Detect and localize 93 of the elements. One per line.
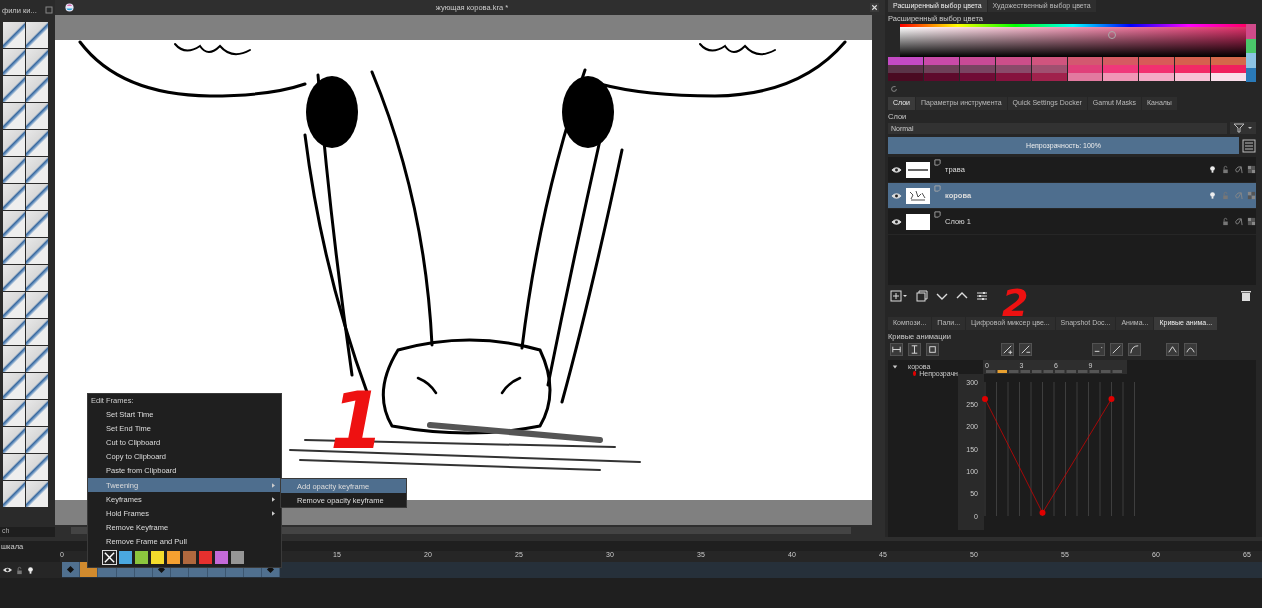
brush-preset-thumbnail[interactable] bbox=[3, 427, 25, 453]
trash-icon[interactable] bbox=[1240, 290, 1252, 302]
keyframe-point[interactable] bbox=[1108, 395, 1115, 402]
filter-icon[interactable] bbox=[1230, 122, 1256, 134]
color-label-swatch[interactable] bbox=[119, 550, 132, 564]
brush-preset-thumbnail[interactable] bbox=[26, 103, 48, 129]
fit-horizontal-icon[interactable] bbox=[890, 343, 903, 356]
sliders-icon[interactable] bbox=[976, 290, 988, 302]
checker-icon[interactable] bbox=[1247, 217, 1256, 226]
alpha-icon[interactable] bbox=[1234, 165, 1243, 174]
layer-thumbnail bbox=[906, 187, 930, 204]
brush-preset-thumbnail[interactable] bbox=[26, 454, 48, 480]
refresh-icon[interactable] bbox=[890, 85, 898, 93]
sharp-tangent-icon[interactable] bbox=[1166, 343, 1179, 356]
linear-curve-icon[interactable] bbox=[1110, 343, 1123, 356]
brush-preset-thumbnail[interactable] bbox=[26, 400, 48, 426]
brush-preset-thumbnail[interactable] bbox=[3, 319, 25, 345]
eye-icon[interactable] bbox=[891, 191, 902, 200]
scrollbar[interactable] bbox=[872, 15, 885, 525]
keyframe-point[interactable] bbox=[982, 395, 988, 402]
lock-icon[interactable] bbox=[15, 565, 24, 575]
checker-icon[interactable] bbox=[1247, 191, 1256, 200]
brush-preset-thumbnail[interactable] bbox=[26, 49, 48, 75]
color-label-swatch[interactable] bbox=[183, 550, 196, 564]
brush-preset-thumbnail[interactable] bbox=[26, 22, 48, 48]
list-view-icon[interactable] bbox=[1242, 138, 1256, 153]
brush-preset-thumbnail[interactable] bbox=[26, 427, 48, 453]
brush-preset-thumbnail[interactable] bbox=[26, 184, 48, 210]
no-color-icon[interactable] bbox=[103, 550, 116, 564]
fit-all-icon[interactable] bbox=[926, 343, 939, 356]
brush-preset-thumbnail[interactable] bbox=[26, 157, 48, 183]
brush-preset-thumbnail[interactable] bbox=[26, 292, 48, 318]
handwritten-number: 2 bbox=[1002, 288, 1029, 319]
keyframe-point[interactable] bbox=[1039, 509, 1046, 516]
brush-preset-thumbnail[interactable] bbox=[3, 76, 25, 102]
layer-type-icon bbox=[934, 211, 941, 218]
app-logo-icon bbox=[65, 3, 74, 12]
add-point-icon[interactable] bbox=[1001, 343, 1014, 356]
brush-preset-thumbnail[interactable] bbox=[3, 103, 25, 129]
brush-preset-thumbnail[interactable] bbox=[3, 292, 25, 318]
layer-type-icon bbox=[934, 185, 941, 192]
brush-preset-thumbnail[interactable] bbox=[3, 346, 25, 372]
brush-preset-thumbnail[interactable] bbox=[3, 238, 25, 264]
color-label-swatch[interactable] bbox=[167, 550, 180, 564]
float-icon[interactable] bbox=[45, 6, 53, 14]
add-layer-icon[interactable] bbox=[890, 290, 908, 302]
eye-icon[interactable] bbox=[891, 165, 902, 174]
brush-preset-thumbnail[interactable] bbox=[26, 238, 48, 264]
brush-preset-thumbnail[interactable] bbox=[3, 400, 25, 426]
alpha-icon[interactable] bbox=[1234, 217, 1243, 226]
brush-preset-thumbnail[interactable] bbox=[26, 130, 48, 156]
brush-preset-thumbnail[interactable] bbox=[26, 481, 48, 507]
layer-type-icon bbox=[934, 159, 941, 166]
expand-triangle-icon[interactable] bbox=[892, 363, 898, 370]
lock-icon[interactable] bbox=[1221, 217, 1230, 226]
bezier-curve-icon[interactable] bbox=[1128, 343, 1141, 356]
brush-preset-thumbnail[interactable] bbox=[3, 454, 25, 480]
lightbulb-icon[interactable] bbox=[1208, 165, 1217, 174]
fit-vertical-icon[interactable] bbox=[908, 343, 921, 356]
brush-preset-thumbnail[interactable] bbox=[26, 76, 48, 102]
color-label-swatch[interactable] bbox=[215, 550, 228, 564]
duplicate-icon[interactable] bbox=[916, 290, 928, 302]
eye-icon[interactable] bbox=[2, 566, 13, 574]
brush-preset-thumbnail[interactable] bbox=[3, 22, 25, 48]
eye-icon[interactable] bbox=[891, 217, 902, 226]
color-selector-drawing[interactable] bbox=[888, 24, 1256, 82]
close-icon[interactable] bbox=[870, 3, 879, 12]
brush-preset-thumbnail[interactable] bbox=[3, 184, 25, 210]
frame-cell[interactable] bbox=[62, 562, 81, 577]
brush-preset-thumbnail[interactable] bbox=[26, 211, 48, 237]
brush-preset-thumbnail[interactable] bbox=[26, 346, 48, 372]
layer-thumbnail bbox=[906, 161, 930, 178]
color-label-swatch[interactable] bbox=[199, 550, 212, 564]
brush-preset-thumbnail[interactable] bbox=[3, 157, 25, 183]
brush-preset-thumbnail[interactable] bbox=[3, 130, 25, 156]
brush-preset-thumbnail[interactable] bbox=[3, 211, 25, 237]
color-label-swatch[interactable] bbox=[231, 550, 244, 564]
layer-thumbnail bbox=[906, 213, 930, 230]
color-label-swatch[interactable] bbox=[151, 550, 164, 564]
lock-icon[interactable] bbox=[1221, 165, 1230, 174]
lightbulb-icon[interactable] bbox=[26, 565, 35, 575]
smooth-tangent-icon[interactable] bbox=[1184, 343, 1197, 356]
step-curve-icon[interactable] bbox=[1092, 343, 1105, 356]
checker-icon[interactable] bbox=[1247, 165, 1256, 174]
remove-point-icon[interactable] bbox=[1019, 343, 1032, 356]
brush-preset-thumbnail[interactable] bbox=[26, 265, 48, 291]
brush-preset-thumbnail[interactable] bbox=[26, 373, 48, 399]
brush-preset-thumbnail[interactable] bbox=[3, 49, 25, 75]
brush-preset-thumbnail[interactable] bbox=[3, 481, 25, 507]
color-label-swatch[interactable] bbox=[135, 550, 148, 564]
brush-preset-thumbnail[interactable] bbox=[26, 319, 48, 345]
brush-preset-thumbnail[interactable] bbox=[3, 265, 25, 291]
brush-preset-thumbnail[interactable] bbox=[3, 373, 25, 399]
